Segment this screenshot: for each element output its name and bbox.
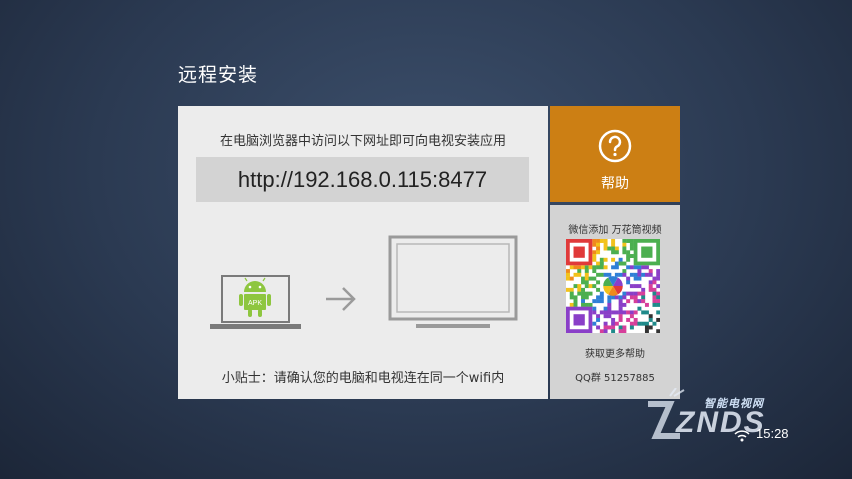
install-url: http://192.168.0.115:8477 — [196, 157, 529, 202]
tip-text: 小贴士：请确认您的电脑和电视连在同一个wifi内 — [221, 371, 505, 386]
arrow-right-icon — [326, 287, 356, 311]
apk-label: APK — [248, 300, 262, 307]
laptop-apk-icon: APK — [210, 275, 301, 329]
help-button[interactable]: 帮助 — [550, 106, 680, 202]
wifi-icon — [734, 430, 750, 442]
remote-install-card: 在电脑浏览器中访问以下网址即可向电视安装应用 http://192.168.0.… — [178, 106, 548, 399]
help-label: 帮助 — [601, 176, 629, 192]
more-help-text: 获取更多帮助 — [585, 349, 645, 360]
watermark-logo: ZNDS — [676, 406, 766, 439]
tv-icon — [388, 235, 518, 328]
wechat-panel: 微信添加 万花筒视频 获取更多帮助 QQ群 51257885 — [550, 205, 680, 399]
wechat-title: 微信添加 万花筒视频 — [568, 225, 662, 236]
status-clock: 15:28 — [756, 426, 789, 441]
question-circle-icon — [598, 129, 632, 163]
qr-code-icon — [566, 239, 660, 333]
instruction-text: 在电脑浏览器中访问以下网址即可向电视安装应用 — [219, 134, 506, 149]
qq-group-text: QQ群 51257885 — [575, 373, 655, 384]
page-title: 远程安装 — [178, 64, 259, 86]
android-icon — [239, 277, 271, 317]
